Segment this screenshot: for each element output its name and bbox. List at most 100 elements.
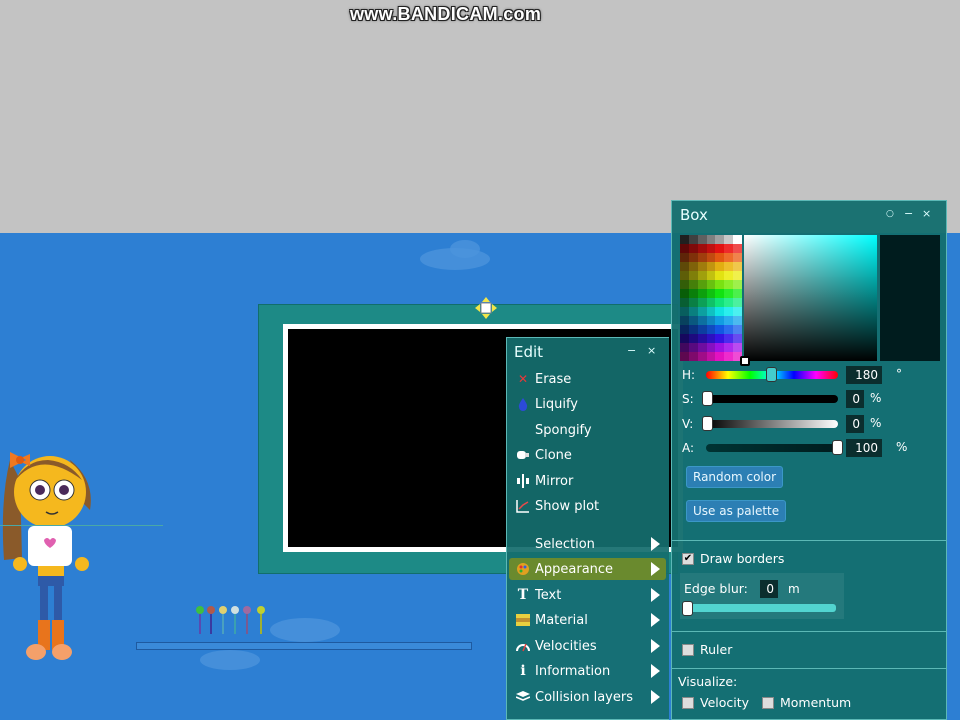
palette-swatch[interactable] bbox=[706, 307, 716, 316]
palette-swatch[interactable] bbox=[724, 271, 734, 280]
alpha-value-field[interactable]: 100 bbox=[846, 439, 882, 457]
girl-character[interactable] bbox=[0, 440, 100, 662]
velocity-checkbox[interactable]: Velocity bbox=[682, 695, 749, 710]
palette-swatch[interactable] bbox=[724, 280, 734, 289]
menu-item-erase[interactable]: ✕ Erase bbox=[509, 368, 666, 390]
saturation-slider-knob[interactable] bbox=[702, 391, 713, 406]
palette-swatch[interactable] bbox=[715, 253, 725, 262]
palette-swatch[interactable] bbox=[724, 325, 734, 334]
palette-swatch[interactable] bbox=[715, 343, 725, 352]
palette-swatch[interactable] bbox=[697, 262, 707, 271]
hue-slider-knob[interactable] bbox=[766, 367, 777, 382]
palette-swatch[interactable] bbox=[724, 235, 734, 244]
palette-swatch[interactable] bbox=[680, 253, 689, 262]
palette-swatch[interactable] bbox=[688, 325, 698, 334]
ruler-checkbox[interactable]: Ruler bbox=[682, 642, 732, 657]
palette-swatch[interactable] bbox=[680, 244, 689, 253]
palette-swatch[interactable] bbox=[688, 343, 698, 352]
palette-swatch[interactable] bbox=[715, 262, 725, 271]
palette-swatch[interactable] bbox=[697, 235, 707, 244]
palette-swatch[interactable] bbox=[724, 289, 734, 298]
value-value-field[interactable]: 0 bbox=[846, 415, 864, 433]
alpha-slider-knob[interactable] bbox=[832, 440, 843, 455]
palette-swatch[interactable] bbox=[697, 271, 707, 280]
palette-swatch[interactable] bbox=[724, 316, 734, 325]
palette-swatch[interactable] bbox=[715, 271, 725, 280]
random-color-button[interactable]: Random color bbox=[686, 466, 784, 488]
stick-figure[interactable] bbox=[206, 606, 216, 636]
palette-swatch[interactable] bbox=[697, 253, 707, 262]
menu-item-collision-layers[interactable]: Collision layers bbox=[509, 686, 666, 708]
menu-item-spongify[interactable]: Spongify bbox=[509, 419, 666, 441]
palette-swatch[interactable] bbox=[688, 307, 698, 316]
palette-swatch[interactable] bbox=[733, 244, 742, 253]
menu-item-material[interactable]: Material bbox=[509, 609, 666, 631]
palette-swatch[interactable] bbox=[733, 334, 742, 343]
edit-close-button[interactable]: × bbox=[647, 344, 656, 357]
palette-swatch[interactable] bbox=[715, 298, 725, 307]
palette-swatch[interactable] bbox=[680, 235, 689, 244]
saturation-value-picker[interactable] bbox=[744, 235, 877, 361]
edge-blur-slider[interactable] bbox=[684, 604, 836, 612]
palette-swatch[interactable] bbox=[680, 298, 689, 307]
palette-swatch[interactable] bbox=[715, 244, 725, 253]
palette-swatch[interactable] bbox=[706, 244, 716, 253]
palette-swatch[interactable] bbox=[680, 262, 689, 271]
rail-object[interactable] bbox=[136, 642, 472, 650]
palette-swatch[interactable] bbox=[688, 316, 698, 325]
palette-swatch[interactable] bbox=[706, 334, 716, 343]
palette-swatch[interactable] bbox=[715, 280, 725, 289]
saturation-value-field[interactable]: 0 bbox=[846, 390, 864, 408]
momentum-checkbox[interactable]: Momentum bbox=[762, 695, 851, 710]
palette-swatch[interactable] bbox=[724, 244, 734, 253]
palette-swatch[interactable] bbox=[706, 325, 716, 334]
stick-figure[interactable] bbox=[195, 606, 205, 636]
palette-swatch[interactable] bbox=[706, 298, 716, 307]
palette-swatch[interactable] bbox=[733, 307, 742, 316]
palette-swatch[interactable] bbox=[724, 253, 734, 262]
palette-swatch[interactable] bbox=[724, 343, 734, 352]
palette-swatch[interactable] bbox=[715, 316, 725, 325]
palette-swatch[interactable] bbox=[688, 280, 698, 289]
alpha-slider[interactable] bbox=[706, 444, 838, 452]
palette-swatch[interactable] bbox=[706, 316, 716, 325]
palette-swatch[interactable] bbox=[706, 343, 716, 352]
palette-swatch[interactable] bbox=[733, 325, 742, 334]
palette-swatch[interactable] bbox=[724, 262, 734, 271]
palette-swatch[interactable] bbox=[697, 352, 707, 361]
palette-swatch[interactable] bbox=[688, 235, 698, 244]
stick-figure[interactable] bbox=[256, 606, 266, 636]
palette-swatch[interactable] bbox=[697, 307, 707, 316]
box-close-button[interactable]: × bbox=[922, 207, 931, 220]
palette-swatch[interactable] bbox=[697, 334, 707, 343]
palette-swatch[interactable] bbox=[697, 280, 707, 289]
palette-swatch[interactable] bbox=[680, 343, 689, 352]
palette-swatch[interactable] bbox=[715, 289, 725, 298]
palette-swatch[interactable] bbox=[715, 325, 725, 334]
palette-swatch[interactable] bbox=[680, 316, 689, 325]
palette-swatch[interactable] bbox=[688, 298, 698, 307]
menu-item-show-plot[interactable]: Show plot bbox=[509, 495, 666, 517]
palette-swatch[interactable] bbox=[697, 289, 707, 298]
palette-swatch[interactable] bbox=[680, 280, 689, 289]
palette-swatch[interactable] bbox=[680, 352, 689, 361]
palette-swatch[interactable] bbox=[733, 253, 742, 262]
box-panel-header[interactable]: Box ○ − × bbox=[672, 201, 946, 229]
stick-figure[interactable] bbox=[242, 606, 252, 636]
palette-swatch[interactable] bbox=[688, 289, 698, 298]
palette-swatch[interactable] bbox=[733, 280, 742, 289]
stick-figure[interactable] bbox=[218, 606, 228, 636]
palette-swatch[interactable] bbox=[680, 289, 689, 298]
palette-swatch[interactable] bbox=[680, 307, 689, 316]
palette-swatch[interactable] bbox=[715, 334, 725, 343]
hue-value-field[interactable]: 180 bbox=[846, 366, 882, 384]
palette-swatch[interactable] bbox=[733, 262, 742, 271]
palette-swatch[interactable] bbox=[724, 298, 734, 307]
palette-swatch[interactable] bbox=[706, 352, 716, 361]
menu-item-clone[interactable]: Clone bbox=[509, 444, 666, 466]
palette-swatch[interactable] bbox=[724, 352, 734, 361]
palette-swatch[interactable] bbox=[688, 253, 698, 262]
palette-swatch[interactable] bbox=[724, 307, 734, 316]
palette-swatch[interactable] bbox=[688, 244, 698, 253]
edge-blur-value-field[interactable]: 0 bbox=[760, 580, 778, 598]
